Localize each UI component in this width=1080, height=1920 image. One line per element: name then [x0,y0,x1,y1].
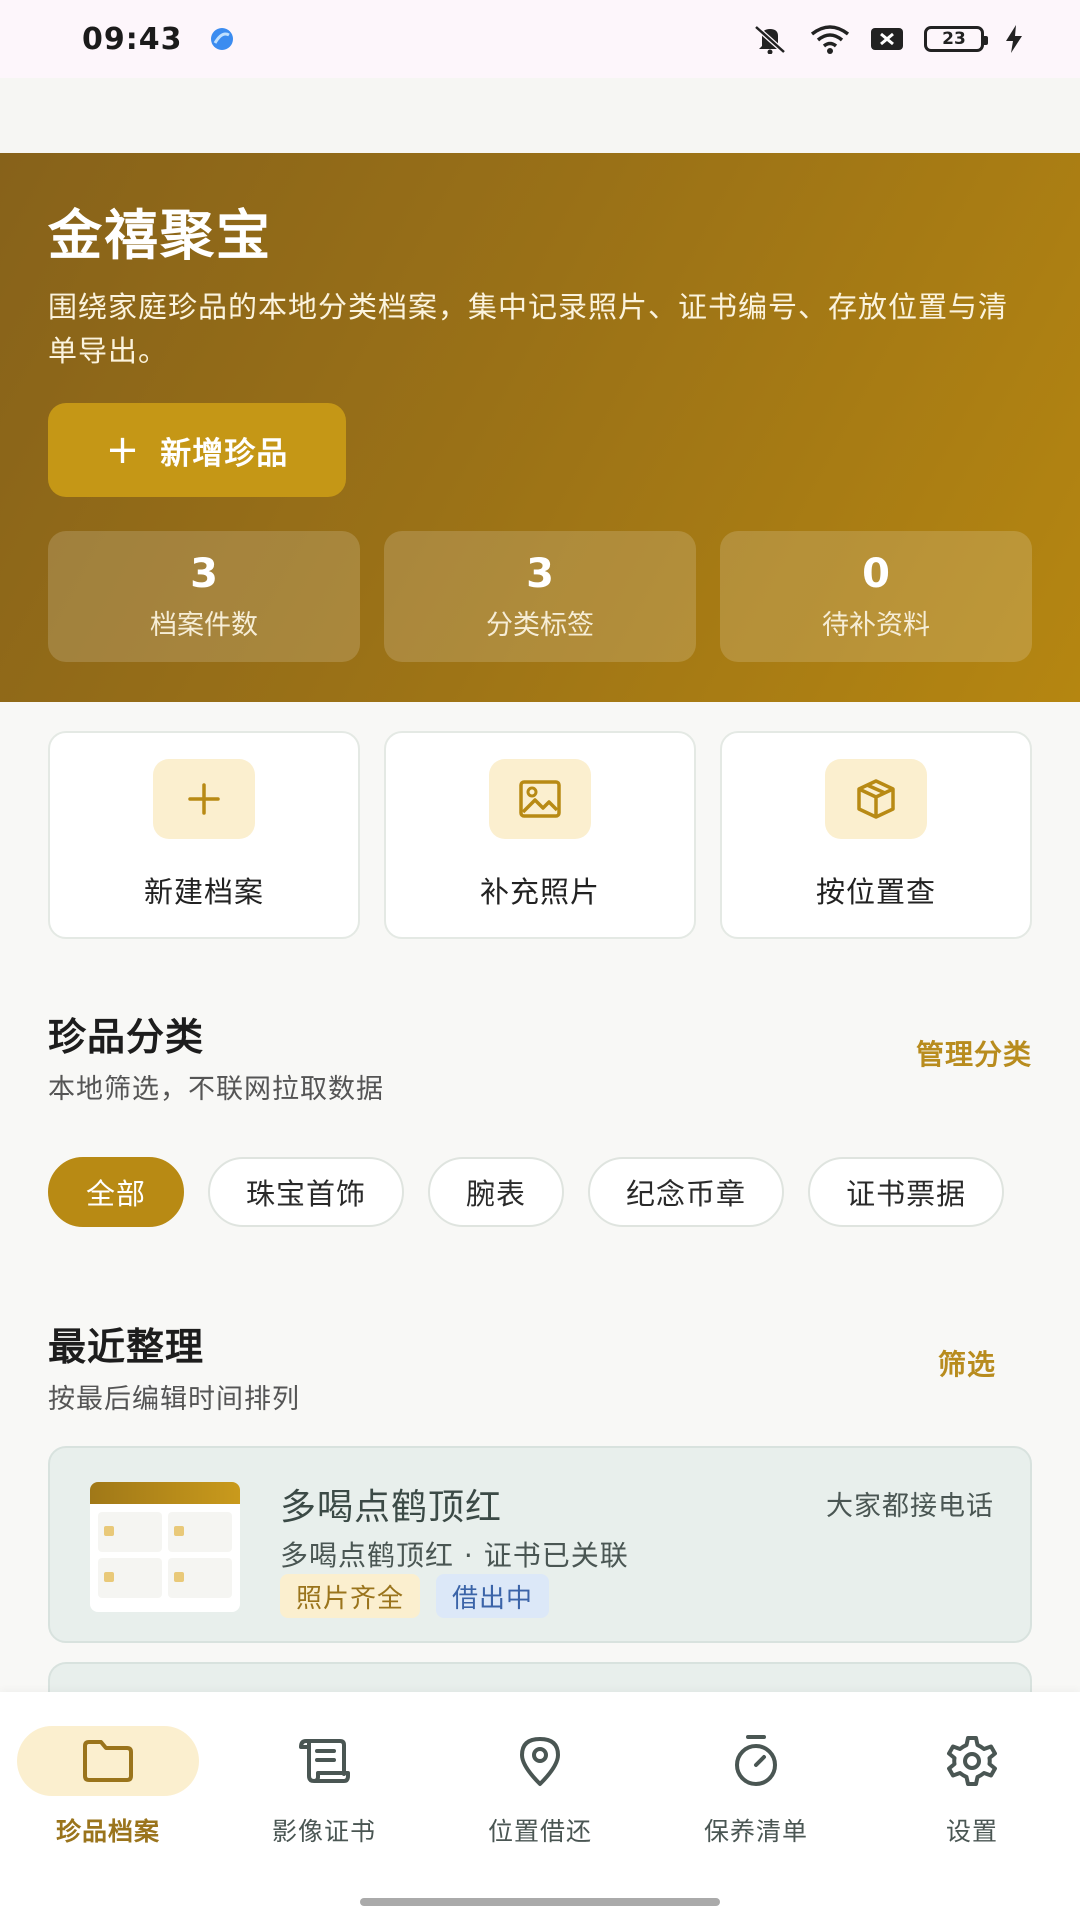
close-box-icon [871,28,903,50]
nav-label: 设置 [945,1817,998,1846]
image-icon [489,759,591,839]
tag-lent-out: 借出中 [436,1574,550,1618]
hero-title: 金禧聚宝 [48,204,272,267]
stat-label: 档案件数 [150,610,258,641]
add-treasure-label: 新增珍品 [160,435,289,472]
stat-value: 0 [862,551,890,597]
wifi-icon [810,25,850,54]
status-time: 09:43 [82,21,183,57]
nav-label: 影像证书 [271,1817,376,1846]
timer-icon [665,1726,847,1796]
nav-label: 保养清单 [703,1817,808,1846]
stat-category-tags: 3 分类标签 [384,531,696,662]
categories-subtitle: 本地筛选，不联网拉取数据 [48,1074,384,1105]
recent-title: 最近整理 [48,1325,205,1369]
mute-icon [754,25,786,54]
chip-all[interactable]: 全部 [48,1157,185,1227]
quick-action-label: 补充照片 [479,875,600,909]
gear-icon [881,1726,1063,1796]
battery-level: 23 [942,29,966,49]
add-treasure-button[interactable]: + 新增珍品 [48,403,346,497]
nav-label: 珍品档案 [55,1817,160,1846]
stat-value: 3 [190,551,218,597]
quick-action-label: 新建档案 [143,875,264,909]
scroll-icon [233,1726,415,1796]
status-icons: 23 [750,24,1024,54]
app-notification-icon [210,28,233,50]
category-chips: 全部 珠宝首饰 腕表 纪念币章 证书票据 [48,1157,1032,1229]
new-archive-button[interactable]: 新建档案 [48,731,360,939]
tag-photos-complete: 照片齐全 [280,1574,421,1618]
item-thumbnail [90,1482,240,1612]
item-owner: 大家都接电话 [826,1491,994,1522]
stat-archive-count: 3 档案件数 [48,531,360,662]
nav-item-treasure-archive[interactable]: 珍品档案 [0,1692,216,1882]
search-by-location-button[interactable]: 按位置查 [720,731,1032,939]
quick-actions: 新建档案 补充照片 按位置查 [48,731,1032,939]
app-screen: 09:43 23 金禧聚宝 围绕家庭珍品的本地分类档案，集中记录照片、证书编号、… [0,0,1080,1920]
charging-icon [1006,25,1022,53]
hero-description: 围绕家庭珍品的本地分类档案，集中记录照片、证书编号、存放位置与清单导出。 [48,290,1009,368]
status-bar: 09:43 23 [0,0,1080,78]
stats-row: 3 档案件数 3 分类标签 0 待补资料 [48,531,1032,662]
chip-certificates[interactable]: 证书票据 [808,1157,1005,1227]
item-tags: 照片齐全 借出中 [280,1574,550,1618]
list-item[interactable]: 多喝点鹤顶红 大家都接电话 多喝点鹤顶红 · 证书已关联 照片齐全 借出中 [48,1446,1032,1643]
nav-label: 位置借还 [487,1817,592,1846]
item-title: 多喝点鹤顶红 [280,1487,503,1528]
chip-jewelry[interactable]: 珠宝首饰 [208,1157,405,1227]
nav-item-maintenance-list[interactable]: 保养清单 [648,1692,864,1882]
categories-section: 珍品分类 本地筛选，不联网拉取数据 管理分类 [48,1013,1032,1106]
item-subtitle: 多喝点鹤顶红 · 证书已关联 [280,1539,629,1572]
nav-item-location-lending[interactable]: 位置借还 [432,1692,648,1882]
recent-section: 最近整理 按最后编辑时间排列 筛选 [48,1323,1032,1416]
stat-label: 分类标签 [486,610,594,641]
stat-label: 待补资料 [822,610,930,641]
stat-value: 3 [526,551,554,597]
chip-coins-medals[interactable]: 纪念币章 [588,1157,785,1227]
plus-icon: + [105,427,141,473]
chip-watches[interactable]: 腕表 [428,1157,565,1227]
categories-title: 珍品分类 [48,1015,205,1059]
home-indicator[interactable] [360,1898,720,1906]
location-pin-icon [449,1726,631,1796]
nav-item-settings[interactable]: 设置 [864,1692,1080,1882]
add-photo-button[interactable]: 补充照片 [384,731,696,939]
bottom-nav: 珍品档案 影像证书 位置借还 保养清单 设置 [0,1692,1080,1882]
folder-icon [17,1726,199,1796]
top-app-bar [0,78,1080,153]
battery-icon: 23 [924,26,988,52]
quick-action-label: 按位置查 [815,875,936,909]
nav-item-images-certificates[interactable]: 影像证书 [216,1692,432,1882]
box-icon [825,759,927,839]
recent-subtitle: 按最后编辑时间排列 [48,1384,300,1415]
stat-pending-info: 0 待补资料 [720,531,1032,662]
plus-icon [153,759,255,839]
filter-button[interactable]: 筛选 [938,1343,996,1383]
manage-categories-button[interactable]: 管理分类 [916,1033,1032,1073]
hero-banner: 金禧聚宝 围绕家庭珍品的本地分类档案，集中记录照片、证书编号、存放位置与清单导出… [0,153,1080,702]
